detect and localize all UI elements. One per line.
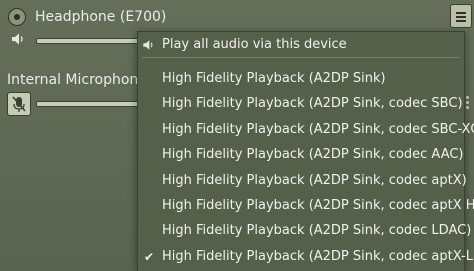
checkmark-icon: ✔ xyxy=(144,249,155,264)
profile-menu-item[interactable]: High Fidelity Playback (A2DP Sink) xyxy=(138,67,464,91)
profile-menu-item[interactable]: High Fidelity Playback (A2DP Sink, codec… xyxy=(138,118,474,142)
profile-menu-item[interactable]: High Fidelity Playback (A2DP Sink, codec… xyxy=(138,169,467,193)
profile-menu-item[interactable]: High Fidelity Playback (A2DP Sink, codec… xyxy=(138,92,464,116)
profile-label: High Fidelity Playback (A2DP Sink, codec… xyxy=(162,121,474,137)
speaker-icon xyxy=(143,40,153,50)
profile-menu-item[interactable]: High Fidelity Playback (A2DP Sink, codec… xyxy=(138,194,474,218)
overflow-dots-icon[interactable] xyxy=(466,96,470,110)
profile-label: High Fidelity Playback (A2DP Sink) xyxy=(162,71,386,86)
profile-label: High Fidelity Playback (A2DP Sink, codec… xyxy=(162,223,472,239)
device-menu-button[interactable] xyxy=(450,4,472,28)
input-device-label: Internal Microphone xyxy=(7,72,147,88)
profile-menu-item[interactable]: High Fidelity Playback (A2DP Sink, codec… xyxy=(138,143,464,167)
profile-label: High Fidelity Playback (A2DP Sink, codec… xyxy=(162,147,464,163)
profile-label: High Fidelity Playback (A2DP Sink, codec… xyxy=(162,248,474,264)
play-all-audio-label: Play all audio via this device xyxy=(162,37,347,52)
speaker-icon xyxy=(12,33,23,45)
profile-label: High Fidelity Playback (A2DP Sink, codec… xyxy=(162,96,463,112)
menu-separator xyxy=(142,57,460,58)
profile-label: High Fidelity Playback (A2DP Sink, codec… xyxy=(162,172,467,188)
profile-label: High Fidelity Playback (A2DP Sink, codec… xyxy=(162,198,474,213)
play-all-audio-menu-item[interactable]: Play all audio via this device xyxy=(138,33,464,57)
default-device-radio[interactable] xyxy=(8,8,26,26)
device-name-label: Headphone (E700) xyxy=(35,9,167,25)
device-profile-popup-menu: Play all audio via this device High Fide… xyxy=(137,31,474,271)
output-volume-slider[interactable] xyxy=(36,38,142,44)
profile-menu-item[interactable]: High Fidelity Playback (A2DP Sink, codec… xyxy=(138,219,471,243)
microphone-muted-icon xyxy=(12,96,26,112)
input-volume-slider[interactable] xyxy=(36,101,142,107)
microphone-mute-button[interactable] xyxy=(7,92,31,116)
profile-menu-item[interactable]: ✔ High Fidelity Playback (A2DP Sink, code… xyxy=(138,245,474,269)
